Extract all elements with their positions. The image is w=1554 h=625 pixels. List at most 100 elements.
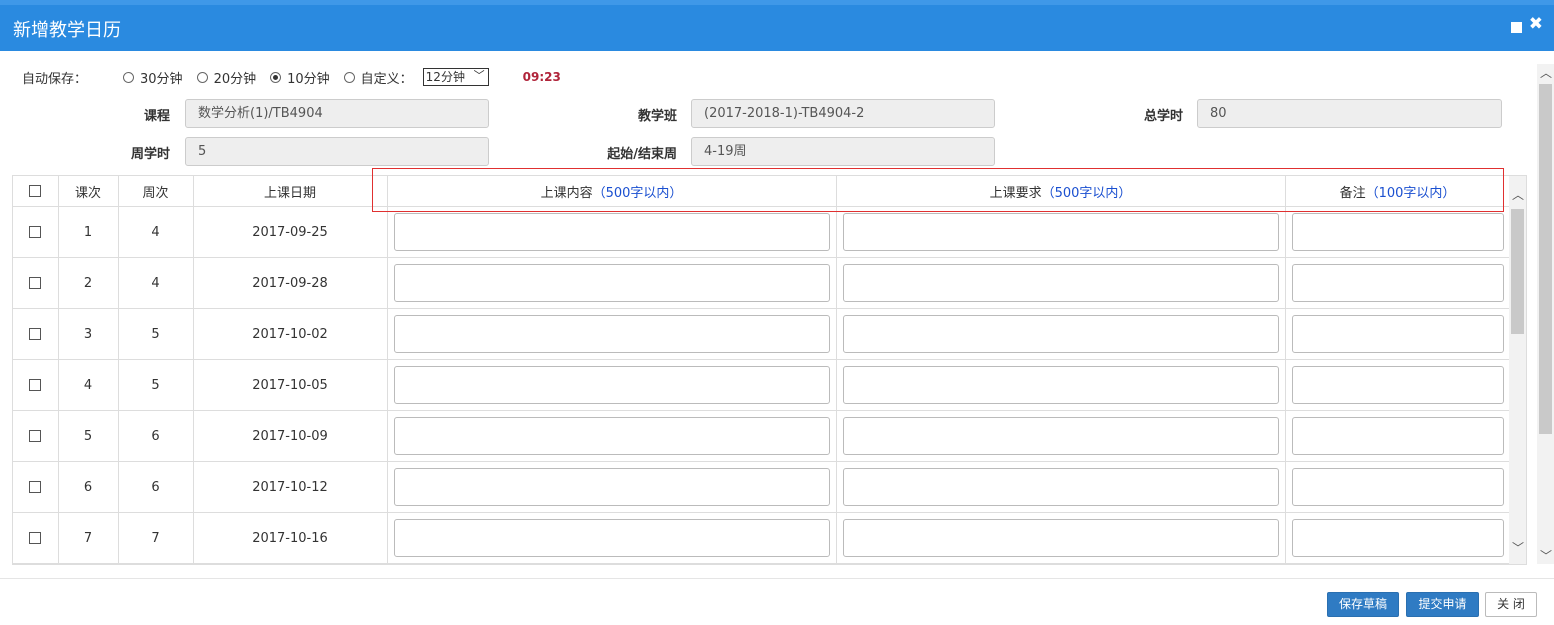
- row-checkbox[interactable]: [29, 481, 42, 493]
- content-cell: [387, 257, 837, 309]
- content-textarea[interactable]: [393, 366, 830, 404]
- row-checkbox[interactable]: [29, 328, 42, 340]
- content-textarea[interactable]: [393, 315, 830, 353]
- calendar-table: 课次 周次 上课日期 上课内容（500字以内） 上课要求（500字以内） 备注（…: [12, 175, 1527, 565]
- weekly-hours-label: 周学时: [130, 147, 170, 162]
- content-textarea[interactable]: [393, 417, 830, 455]
- chevron-up-icon[interactable]: ︿: [1512, 186, 1524, 203]
- save-draft-button[interactable]: 保存草稿: [1327, 592, 1399, 617]
- lesson-cell: 5: [58, 410, 119, 462]
- autosave-option-20[interactable]: 20分钟: [196, 68, 257, 87]
- remark-textarea[interactable]: [1291, 417, 1504, 455]
- remark-cell: [1285, 461, 1511, 513]
- content-textarea[interactable]: [393, 264, 830, 302]
- requirement-textarea[interactable]: [842, 264, 1279, 302]
- lesson-cell: [58, 563, 119, 564]
- remark-textarea[interactable]: [1291, 213, 1504, 251]
- header-requirement-hint: （500字以内）: [1041, 185, 1132, 201]
- row-select-cell: [13, 461, 59, 513]
- remark-cell: [1285, 512, 1511, 564]
- radio-icon[interactable]: [196, 71, 208, 83]
- week-cell: 5: [118, 359, 194, 411]
- dialog-footer: 保存草稿 提交申请 关 闭: [0, 578, 1554, 625]
- header-date: 上课日期: [193, 176, 388, 207]
- close-icon[interactable]: ✖: [1529, 14, 1543, 34]
- content-cell: [387, 206, 837, 258]
- header-remark: 备注（100字以内）: [1285, 176, 1511, 207]
- requirement-textarea[interactable]: [842, 213, 1279, 251]
- scrollbar-thumb[interactable]: [1539, 84, 1552, 434]
- row-checkbox[interactable]: [29, 532, 42, 544]
- row-select-cell: [13, 410, 59, 462]
- row-checkbox[interactable]: [29, 379, 42, 391]
- row-checkbox[interactable]: [29, 277, 42, 289]
- lesson-cell: 6: [58, 461, 119, 513]
- custom-interval-select[interactable]: 12分钟 ﹀: [422, 68, 489, 86]
- remark-textarea[interactable]: [1291, 264, 1504, 302]
- date-cell: [193, 563, 388, 564]
- remark-textarea[interactable]: [1291, 366, 1504, 404]
- row-checkbox[interactable]: [29, 226, 42, 238]
- autosave-countdown: 09:23: [522, 70, 561, 84]
- autosave-label: 自动保存：: [22, 71, 88, 87]
- radio-icon[interactable]: [123, 71, 135, 83]
- requirement-textarea[interactable]: [842, 366, 1279, 404]
- row-select-cell: [13, 512, 59, 564]
- content-textarea[interactable]: [393, 213, 830, 251]
- date-cell: 2017-09-25: [193, 206, 388, 258]
- week-cell: 5: [118, 308, 194, 360]
- maximize-icon[interactable]: [1511, 22, 1522, 33]
- submit-button[interactable]: 提交申请: [1406, 592, 1479, 617]
- remark-cell: [1285, 257, 1511, 309]
- chevron-down-icon[interactable]: ﹀: [1540, 547, 1552, 564]
- remark-textarea[interactable]: [1291, 519, 1504, 557]
- close-button[interactable]: 关 闭: [1485, 592, 1537, 617]
- header-requirement: 上课要求（500字以内）: [836, 176, 1286, 207]
- date-cell: 2017-10-09: [193, 410, 388, 462]
- requirement-cell: [836, 206, 1286, 258]
- requirement-cell: [836, 410, 1286, 462]
- radio-icon[interactable]: [343, 71, 355, 83]
- content-textarea[interactable]: [393, 519, 830, 557]
- scrollbar-thumb[interactable]: [1511, 209, 1524, 334]
- table-scrollbar[interactable]: ︿ ﹀: [1509, 176, 1526, 564]
- remark-textarea[interactable]: [1291, 468, 1504, 506]
- row-checkbox[interactable]: [29, 430, 42, 442]
- option-label: 自定义：: [360, 71, 413, 87]
- class-field: (2017-2018-1)-TB4904-2: [691, 99, 995, 128]
- remark-textarea[interactable]: [1291, 315, 1504, 353]
- table-row: 4 5 2017-10-05: [13, 359, 1511, 411]
- header-week: 周次: [118, 176, 194, 207]
- week-cell: 4: [118, 206, 194, 258]
- autosave-option-10[interactable]: 10分钟: [270, 68, 330, 87]
- chevron-down-icon[interactable]: ﹀: [1512, 539, 1524, 556]
- requirement-textarea[interactable]: [842, 519, 1279, 557]
- row-select-cell: [13, 308, 59, 360]
- remark-cell: [1285, 308, 1511, 360]
- requirement-cell: [836, 461, 1286, 513]
- date-cell: 2017-10-05: [193, 359, 388, 411]
- autosave-option-30[interactable]: 30分钟: [123, 68, 183, 87]
- table-row: 7 7 2017-10-16: [13, 512, 1511, 564]
- select-all-checkbox[interactable]: [29, 185, 42, 197]
- autosave-option-custom[interactable]: 自定义：: [343, 68, 413, 87]
- week-cell: 6: [118, 410, 194, 462]
- weeks-field: 4-19周: [691, 137, 995, 166]
- total-hours-label: 总学时: [1143, 109, 1183, 124]
- lesson-cell: 2: [58, 257, 119, 309]
- header-lesson: 课次: [58, 176, 119, 207]
- radio-selected-icon[interactable]: [270, 71, 282, 83]
- table-row: [13, 563, 1511, 564]
- content-textarea[interactable]: [393, 468, 830, 506]
- remark-cell: [1285, 359, 1511, 411]
- chevron-down-icon: ﹀: [473, 69, 485, 82]
- requirement-textarea[interactable]: [842, 315, 1279, 353]
- requirement-cell: [836, 308, 1286, 360]
- option-label: 20分钟: [213, 71, 257, 87]
- chevron-up-icon[interactable]: ︿: [1540, 64, 1552, 81]
- weekly-hours-field: 5: [185, 137, 489, 166]
- requirement-textarea[interactable]: [842, 468, 1279, 506]
- dialog-scrollbar[interactable]: ︿ ﹀: [1537, 64, 1554, 564]
- table-header-row: 课次 周次 上课日期 上课内容（500字以内） 上课要求（500字以内） 备注（…: [13, 176, 1511, 207]
- requirement-textarea[interactable]: [842, 417, 1279, 455]
